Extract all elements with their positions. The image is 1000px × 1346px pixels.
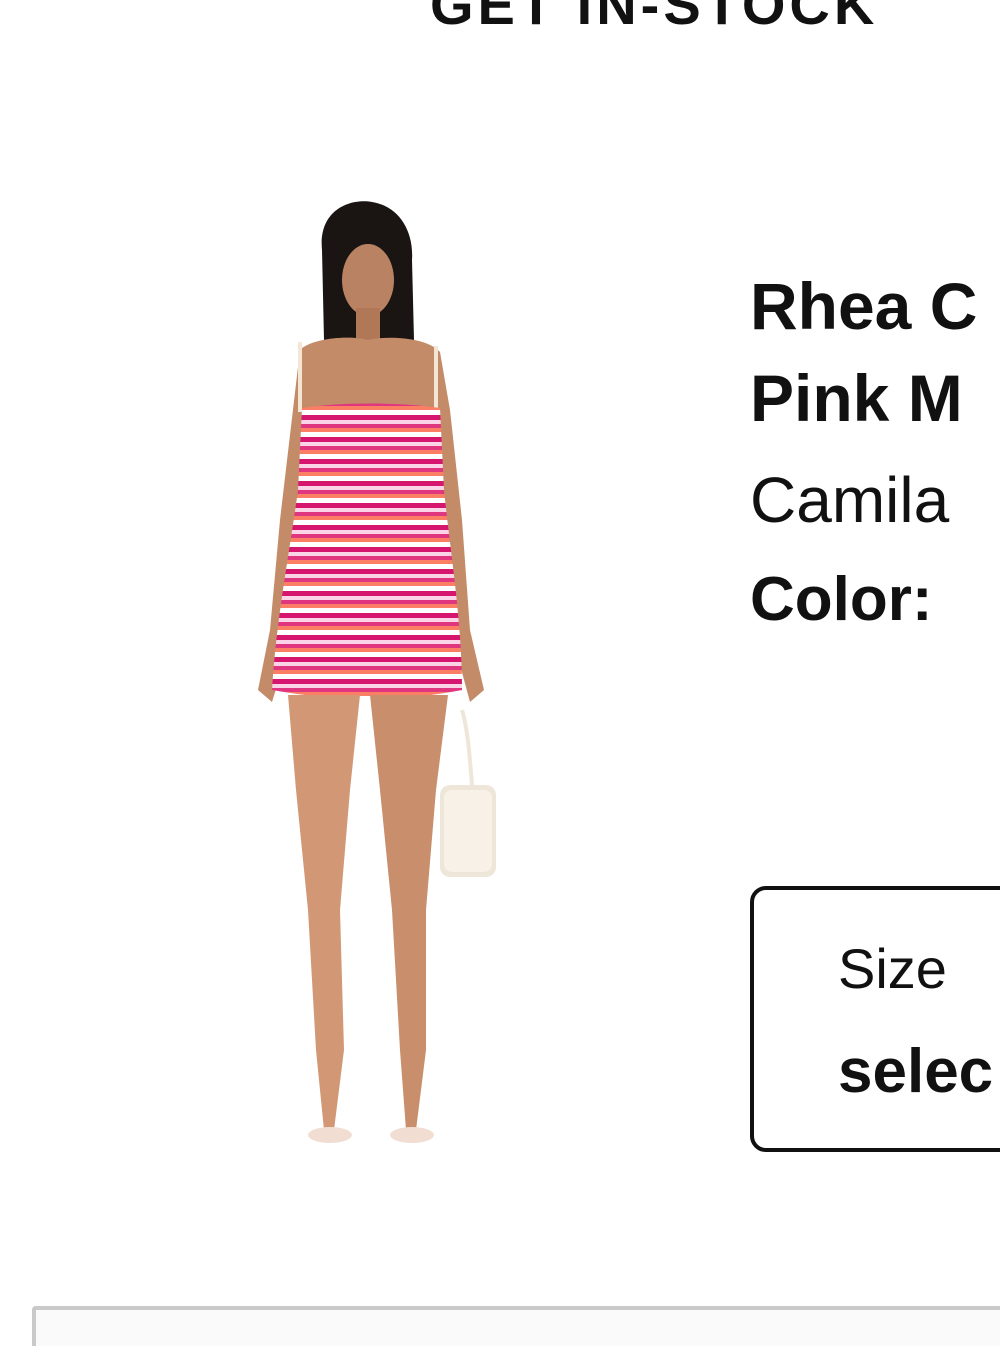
size-selector[interactable]: Size selec xyxy=(750,886,1000,1152)
product-image[interactable] xyxy=(200,190,530,1170)
promo-banner-text: GET IN-STOCK xyxy=(430,0,879,36)
brand-link[interactable]: Camila xyxy=(750,460,1000,540)
product-title-line2: Pink M xyxy=(750,361,963,435)
product-title: Rhea C Pink M xyxy=(750,260,1000,444)
product-title-line1: Rhea C xyxy=(750,269,978,343)
product-info: Rhea C Pink M Camila Color: xyxy=(750,260,1000,640)
size-label: Size xyxy=(838,937,947,1000)
color-label: Color: xyxy=(750,565,933,634)
size-value: selec xyxy=(838,1037,994,1106)
bottom-panel xyxy=(32,1306,1000,1346)
